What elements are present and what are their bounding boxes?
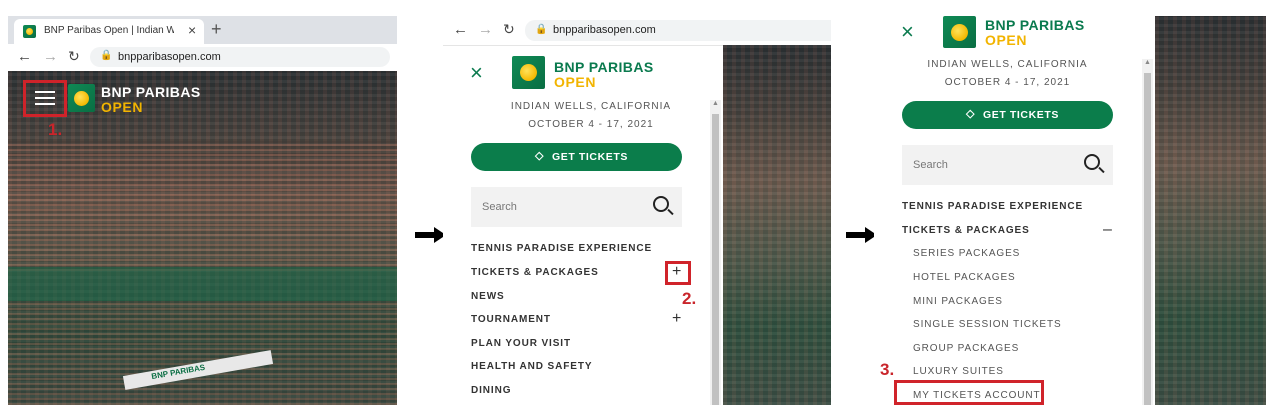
- crowd-stands: [8, 141, 397, 271]
- hero-stadium-image: BNP PARIBAS: [8, 71, 397, 405]
- url-text: bnpparibasopen.com: [118, 51, 221, 63]
- menu-item-tournament[interactable]: TOURNAMENT: [471, 314, 551, 325]
- event-dates: OCTOBER 4 - 17, 2021: [944, 77, 1071, 88]
- search-placeholder: Search: [482, 201, 517, 213]
- scroll-thumb[interactable]: [1144, 73, 1151, 405]
- get-tickets-button[interactable]: ◇ GET TICKETS: [902, 101, 1113, 129]
- green-wall: [8, 267, 397, 301]
- submenu-item-mini[interactable]: MINI PACKAGES: [913, 296, 1003, 307]
- my-tickets-highlight: [894, 380, 1044, 405]
- url-text: bnpparibasopen.com: [553, 24, 656, 36]
- forward-arrow-icon[interactable]: →: [478, 21, 493, 38]
- menu-item-dining[interactable]: DINING: [471, 385, 511, 396]
- logo-subtitle: OPEN: [101, 99, 144, 115]
- menu-item-tennis-paradise[interactable]: TENNIS PARADISE EXPERIENCE: [902, 201, 1083, 212]
- search-placeholder: Search: [913, 159, 948, 171]
- scroll-up-icon[interactable]: ▲: [1144, 59, 1151, 66]
- menu-item-tennis-paradise[interactable]: TENNIS PARADISE EXPERIENCE: [471, 243, 652, 254]
- ticket-icon: ◇: [966, 108, 976, 120]
- submenu-item-single-session[interactable]: SINGLE SESSION TICKETS: [913, 319, 1062, 330]
- search-input[interactable]: Search: [902, 145, 1113, 185]
- scroll-thumb[interactable]: [712, 114, 719, 405]
- search-input[interactable]: Search: [471, 187, 682, 227]
- panel-menu-open: ← → ↻ 🔒 bnpparibasopen.com × BNP PARIBAS…: [443, 16, 831, 405]
- step-2-label: 2.: [682, 289, 697, 308]
- ticket-icon: ◇: [535, 150, 545, 162]
- address-bar[interactable]: 🔒 bnpparibasopen.com: [525, 20, 831, 41]
- submenu-item-hotel[interactable]: HOTEL PACKAGES: [913, 272, 1016, 283]
- plus-highlight: [665, 261, 691, 285]
- back-arrow-icon[interactable]: ←: [453, 21, 468, 38]
- logo-title: BNP PARIBAS: [554, 59, 654, 75]
- close-icon[interactable]: ×: [470, 60, 483, 86]
- step-3-label: 3.: [880, 360, 895, 379]
- submenu-item-group[interactable]: GROUP PACKAGES: [913, 343, 1019, 354]
- submenu-item-series[interactable]: SERIES PACKAGES: [913, 248, 1020, 259]
- scrollbar[interactable]: ▲: [710, 100, 721, 405]
- logo-subtitle: OPEN: [554, 74, 597, 90]
- bnp-logo-icon: [943, 16, 976, 48]
- logo-subtitle: OPEN: [985, 32, 1028, 48]
- step-1-label: 1.: [48, 120, 63, 139]
- menu-item-tickets-packages[interactable]: TICKETS & PACKAGES: [902, 225, 1030, 236]
- event-location: INDIAN WELLS, CALIFORNIA: [927, 59, 1088, 70]
- logo-title: BNP PARIBAS: [101, 84, 201, 100]
- new-tab-button[interactable]: +: [211, 19, 222, 40]
- forward-arrow-icon[interactable]: →: [43, 48, 58, 65]
- get-tickets-button[interactable]: ◇ GET TICKETS: [471, 143, 682, 171]
- hamburger-menu-icon[interactable]: [35, 91, 55, 106]
- tab-title: BNP Paribas Open | Indian Wells: [44, 25, 174, 36]
- scrollbar[interactable]: ▲: [1142, 59, 1153, 405]
- tab-close-icon[interactable]: ×: [188, 22, 196, 38]
- bnp-logo-icon: [512, 56, 545, 89]
- event-dates: OCTOBER 4 - 17, 2021: [528, 119, 654, 130]
- event-location: INDIAN WELLS, CALIFORNIA: [510, 101, 672, 112]
- browser-tab[interactable]: BNP Paribas Open | Indian Wells ×: [14, 19, 204, 44]
- scroll-up-icon[interactable]: ▲: [712, 100, 719, 107]
- menu-item-tickets-packages[interactable]: TICKETS & PACKAGES: [471, 267, 599, 278]
- hero-stadium-image: [723, 45, 831, 405]
- get-tickets-label: GET TICKETS: [983, 109, 1060, 121]
- lock-icon: 🔒: [535, 24, 548, 35]
- expand-tournament-plus-icon[interactable]: +: [672, 310, 681, 328]
- menu-item-news[interactable]: NEWS: [471, 291, 505, 302]
- close-icon[interactable]: ×: [901, 19, 914, 45]
- tab-favicon-icon: [23, 25, 36, 38]
- lock-icon: 🔒: [100, 50, 113, 61]
- bnp-logo-icon[interactable]: [68, 84, 95, 112]
- logo-title: BNP PARIBAS: [985, 17, 1085, 33]
- reload-icon[interactable]: ↻: [503, 21, 515, 38]
- address-bar[interactable]: 🔒 bnpparibasopen.com: [90, 47, 390, 67]
- back-arrow-icon[interactable]: ←: [17, 48, 32, 65]
- lower-stands: [8, 301, 397, 405]
- collapse-tickets-minus-icon[interactable]: –: [1103, 221, 1112, 239]
- get-tickets-label: GET TICKETS: [552, 151, 629, 163]
- menu-item-plan-visit[interactable]: PLAN YOUR VISIT: [471, 338, 571, 349]
- reload-icon[interactable]: ↻: [68, 48, 80, 65]
- panel-homepage: BNP Paribas Open | Indian Wells × + ← → …: [8, 16, 397, 405]
- menu-item-health-safety[interactable]: HEALTH AND SAFETY: [471, 361, 592, 372]
- hero-stadium-image: [1155, 16, 1266, 405]
- panel-submenu-open: × BNP PARIBAS OPEN INDIAN WELLS, CALIFOR…: [874, 16, 1266, 405]
- submenu-item-luxury-suites[interactable]: LUXURY SUITES: [913, 366, 1004, 377]
